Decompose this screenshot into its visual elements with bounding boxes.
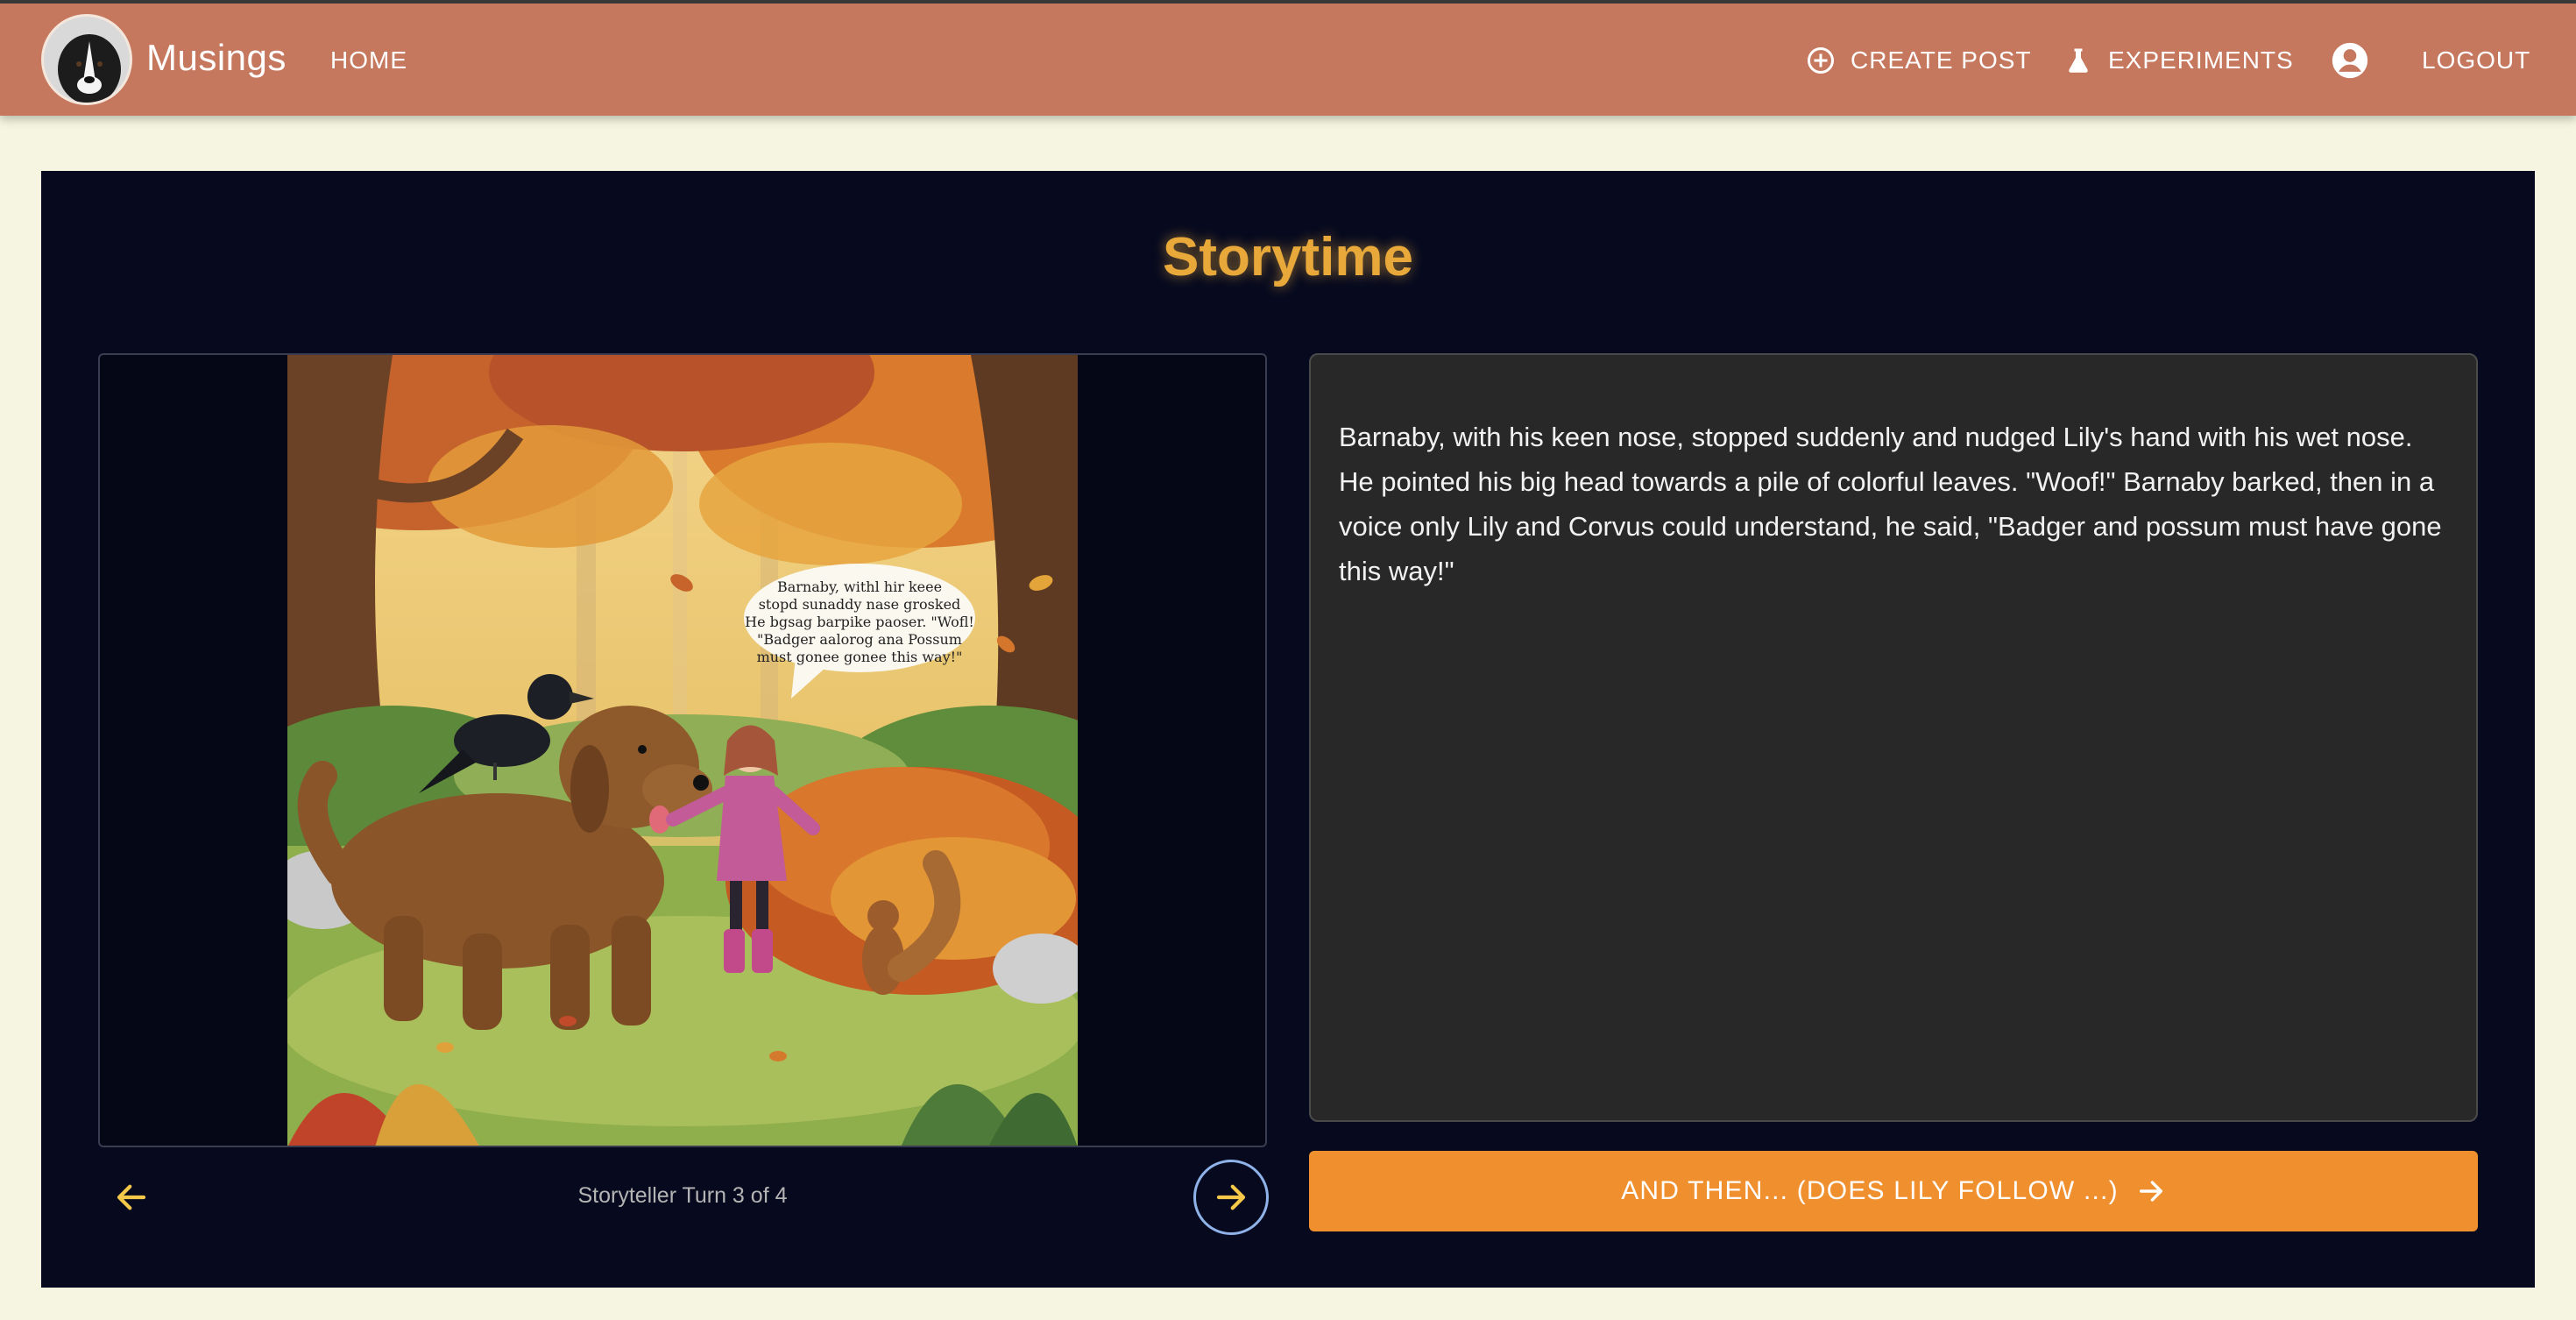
next-turn-button[interactable] bbox=[1193, 1160, 1269, 1235]
arrow-right-icon bbox=[2136, 1176, 2166, 1206]
continue-story-label: AND THEN... (DOES LILY FOLLOW ...) bbox=[1621, 1176, 2119, 1205]
arrow-right-icon bbox=[1213, 1179, 1249, 1216]
speech-bubble-line-1: Barnaby, withl hir keee bbox=[777, 578, 942, 595]
account-circle-icon bbox=[2331, 41, 2369, 80]
speech-bubble-line-2: stopd sunaddy nase grosked bbox=[759, 596, 961, 613]
nav-experiments[interactable]: EXPERIMENTS bbox=[2063, 39, 2294, 82]
page-title: Storytime bbox=[1163, 227, 1413, 287]
nav-create-post-label: CREATE POST bbox=[1851, 46, 2032, 74]
nav-logout[interactable]: LOGOUT bbox=[2422, 39, 2530, 82]
nav-experiments-label: EXPERIMENTS bbox=[2108, 46, 2294, 74]
dog-logo-avatar[interactable] bbox=[41, 14, 132, 105]
brand-title[interactable]: Musings bbox=[146, 37, 287, 79]
add-circle-icon bbox=[1805, 45, 1836, 76]
speech-bubble-line-3: He bgsag barpike paoser. "Wofl! bbox=[745, 614, 974, 630]
nav-create-post[interactable]: CREATE POST bbox=[1805, 39, 2032, 82]
flask-icon bbox=[2063, 45, 2094, 76]
story-illustration: Barnaby, withl hir keee stopd sunaddy na… bbox=[287, 355, 1078, 1146]
app-bar: Musings HOME CREATE POST EXPERIMENTS LOG… bbox=[0, 4, 2576, 116]
nav-logout-label: LOGOUT bbox=[2422, 46, 2531, 74]
nav-home-label: HOME bbox=[330, 46, 407, 74]
speech-bubble-line-5: must gonee gonee this way!" bbox=[757, 649, 963, 665]
story-illustration-frame: Barnaby, withl hir keee stopd sunaddy na… bbox=[98, 353, 1267, 1147]
story-text: Barnaby, with his keen nose, stopped sud… bbox=[1339, 422, 2442, 586]
turn-indicator: Storyteller Turn 3 of 4 bbox=[577, 1183, 788, 1208]
speech-bubble-line-4: "Badger aalorog ana Possum bbox=[757, 631, 962, 648]
account-button[interactable] bbox=[2331, 39, 2369, 82]
continue-story-button[interactable]: AND THEN... (DOES LILY FOLLOW ...) bbox=[1309, 1151, 2478, 1231]
story-text-panel: Barnaby, with his keen nose, stopped sud… bbox=[1309, 353, 2478, 1122]
nav-home[interactable]: HOME bbox=[330, 39, 407, 82]
